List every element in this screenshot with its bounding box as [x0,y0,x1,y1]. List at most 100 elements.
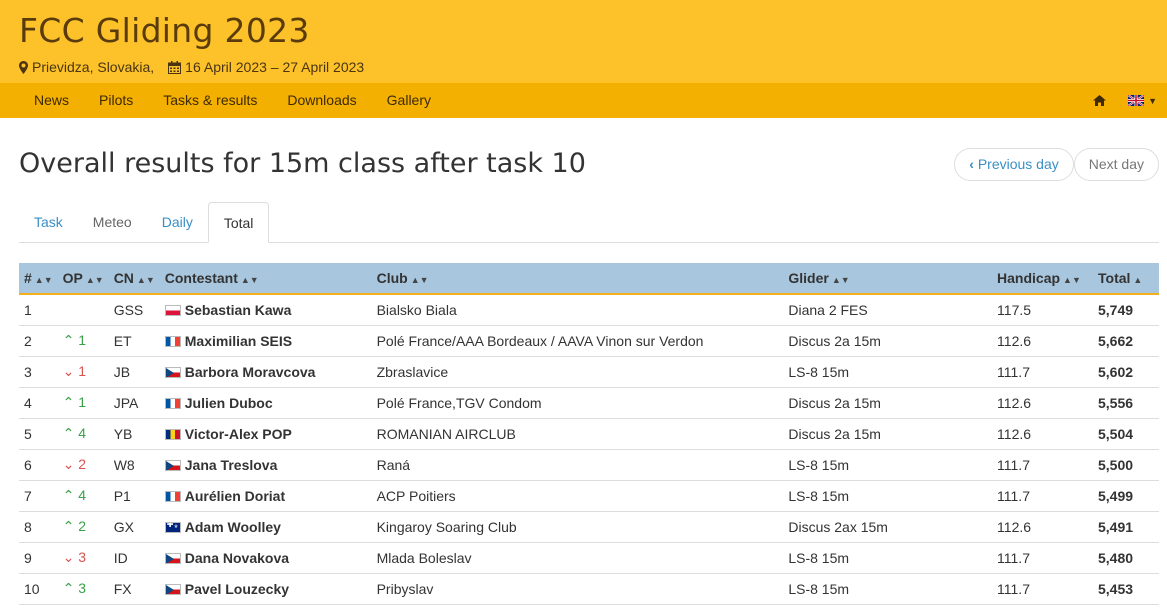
handicap-cell: 111.7 [992,573,1093,605]
calendar-icon [168,60,182,74]
contestant-name[interactable]: Jana Treslova [185,457,278,473]
event-meta: Prievidza, Slovakia, 16 April 2023 – 27 … [19,59,1148,75]
total-cell: 5,749 [1093,294,1159,326]
rank-cell: 2 [19,325,58,357]
table-row[interactable]: 3 ⌄ 1 JB Barbora Moravcova Zbraslavice LS-8 1… [19,356,1159,388]
arrow-down-icon: ⌄ [62,363,75,379]
op-change: 4 [78,487,87,503]
column-header-total[interactable]: Total ▲ [1093,263,1159,294]
tab-total[interactable]: Total [207,202,270,243]
handicap-cell: 112.6 [992,325,1093,357]
nav-gallery[interactable]: Gallery [372,83,446,118]
sort-icon: ▲▼ [85,275,104,285]
rank-cell: 3 [19,356,58,388]
site-title[interactable]: FCC Gliding 2023 [19,12,1148,50]
contestant-cell[interactable]: Pavel Louzecky [159,573,372,605]
total-cell: 5,453 [1093,573,1159,605]
table-row[interactable]: 8⌃ 2GXAdam WoolleyKingaroy Soaring ClubD… [19,511,1159,543]
map-marker-icon [19,60,28,74]
tab-task[interactable]: Task [19,202,78,242]
language-selector[interactable]: ▼ [1128,95,1157,106]
contestant-name[interactable]: Sebastian Kawa [185,302,292,318]
contestant-name[interactable]: Maximilian SEIS [185,333,292,349]
op-change: 1 [78,394,87,410]
fr-flag-icon [164,335,181,347]
club-cell: Zbraslavice [371,356,784,388]
tab-meteo[interactable]: Meteo [78,202,147,242]
tab-daily[interactable]: Daily [147,202,208,242]
event-location: Prievidza, Slovakia, [32,59,155,75]
total-cell: 5,556 [1093,387,1159,419]
ro-flag-icon [164,428,181,440]
cz-flag-icon [164,583,181,595]
glider-cell: LS-8 15m [783,542,993,574]
contestant-cell[interactable]: Aurélien Doriat [159,480,372,512]
table-row[interactable]: 1 GSS Sebastian Kawa Bialsko Biala Diana 2 F… [19,294,1159,326]
chevron-down-icon: ▼ [1148,95,1157,106]
contestant-name[interactable]: Victor-Alex POP [185,426,292,442]
contestant-name[interactable]: Julien Duboc [185,395,273,411]
result-tabs: Task Meteo Daily Total [19,202,1159,243]
table-row[interactable]: 7 ⌃ 4 P1 Aurélien Doriat ACP Poitiers LS-8 15… [19,480,1159,512]
page-header: Overall results for 15m class after task… [0,118,1167,202]
nav-tasks-results[interactable]: Tasks & results [148,83,272,118]
contestant-name[interactable]: Barbora Moravcova [185,364,316,380]
contestant-cell[interactable]: Jana Treslova [159,449,372,481]
table-row[interactable]: 10 ⌃ 3 FX Pavel Louzecky Pribyslav LS-8 15m 11… [19,573,1159,605]
contestant-name[interactable]: Adam Woolley [185,519,281,535]
table-row[interactable]: 6 ⌄ 2 W8 Jana Treslova Raná LS-8 15m 111.7 5,50… [19,449,1159,481]
total-cell: 5,500 [1093,449,1159,481]
cn-cell: YB [108,418,160,450]
arrow-up-icon: ⌃ [62,580,75,596]
nav-pilots[interactable]: Pilots [84,83,148,118]
contestant-name[interactable]: Aurélien Doriat [185,488,285,504]
column-header-handicap[interactable]: Handicap ▲▼ [992,263,1093,294]
next-day-button[interactable]: Next day [1073,148,1159,181]
table-row[interactable]: 9 ⌄ 3 ID Dana Novakova Mlada Boleslav LS-8 15… [19,542,1159,574]
column-header-rank[interactable]: # ▲▼ [19,263,58,294]
cn-cell: GX [108,511,160,543]
contestant-cell[interactable]: Julien Duboc [159,387,372,419]
column-header-glider[interactable]: Glider ▲▼ [783,263,992,294]
contestant-cell[interactable]: Sebastian Kawa [159,294,372,326]
total-cell: 5,499 [1093,480,1159,512]
table-row[interactable]: 5 ⌃ 4 YB Victor-Alex POP ROMANIAN AIRCLUB Dis… [19,418,1159,450]
contestant-name[interactable]: Pavel Louzecky [185,581,289,597]
rank-cell: 4 [19,387,58,419]
club-cell: ROMANIAN AIRCLUB [371,418,784,450]
contestant-cell[interactable]: Barbora Moravcova [159,356,372,388]
contestant-cell[interactable]: Victor-Alex POP [159,418,372,450]
total-cell: 5,602 [1093,356,1159,388]
op-cell: ⌃ 2 [57,511,109,543]
fr-flag-icon [164,490,181,502]
column-header-club[interactable]: Club ▲▼ [372,263,784,294]
club-cell: Raná [371,449,784,481]
contestant-cell[interactable]: Maximilian SEIS [159,325,372,357]
glider-cell: Diana 2 FES [783,294,993,326]
column-header-cn[interactable]: CN ▲▼ [109,263,160,294]
cz-flag-icon [164,459,181,471]
handicap-cell: 112.6 [992,387,1093,419]
cn-cell: FX [108,573,160,605]
contestant-cell[interactable]: Adam Woolley [159,511,372,543]
handicap-cell: 111.7 [992,356,1093,388]
rank-cell: 10 [19,573,58,605]
arrow-up-icon: ⌃ [62,332,75,348]
op-cell: ⌃ 1 [57,387,109,419]
nav-downloads[interactable]: Downloads [272,83,371,118]
previous-day-button[interactable]: ‹ Previous day [954,148,1074,181]
table-row[interactable]: 4 ⌃ 1 JPA Julien Duboc Polé France,TGV Condo… [19,387,1159,419]
op-change: 2 [78,456,87,472]
uk-flag-icon [1128,95,1145,106]
column-header-op[interactable]: OP ▲▼ [58,263,109,294]
home-icon[interactable] [1093,95,1107,106]
op-change: 3 [78,549,87,565]
total-cell: 5,491 [1093,511,1159,543]
op-change: 1 [78,332,87,348]
contestant-cell[interactable]: Dana Novakova [159,542,372,574]
contestant-name[interactable]: Dana Novakova [185,550,289,566]
column-header-contestant[interactable]: Contestant ▲▼ [160,263,372,294]
nav-news[interactable]: News [19,83,84,118]
pl-flag-icon [164,304,181,316]
table-row[interactable]: 2 ⌃ 1 ET Maximilian SEIS Polé France/AAA Bor… [19,325,1159,357]
